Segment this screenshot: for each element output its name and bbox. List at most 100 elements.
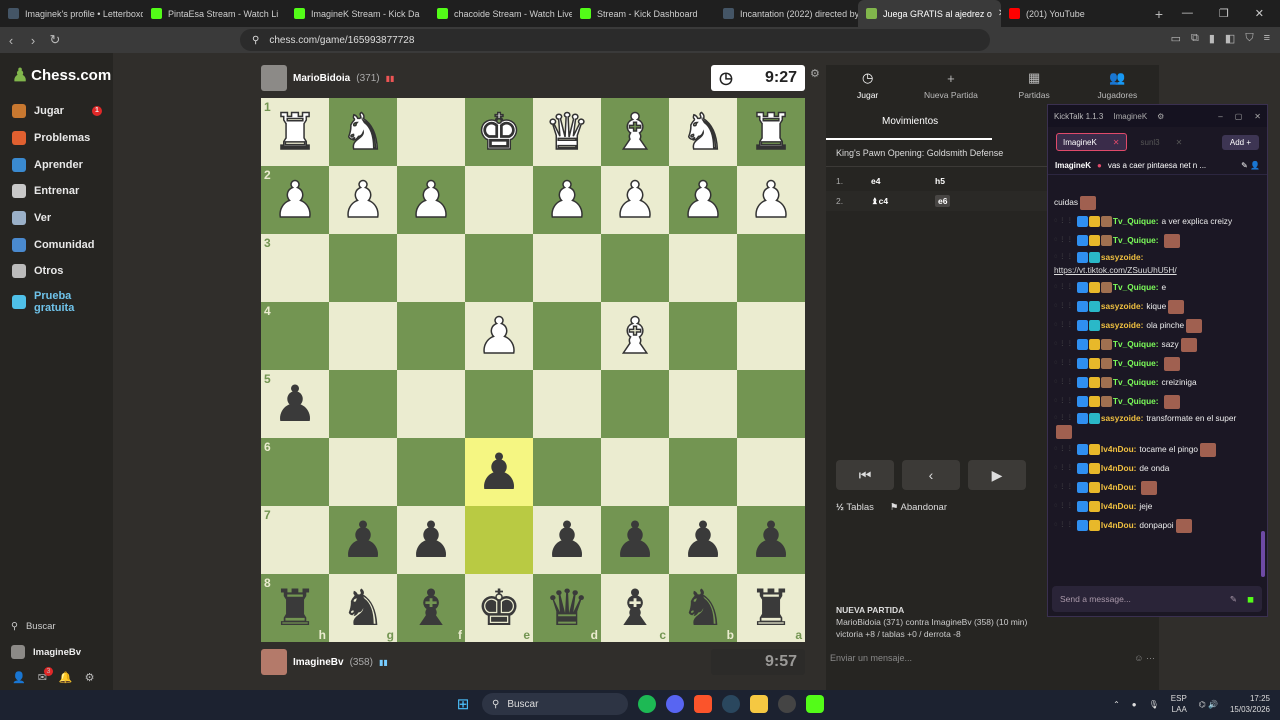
message-actions-icon[interactable]: ◌ ⋮ ⋮ xyxy=(1054,376,1073,389)
discord-icon[interactable] xyxy=(666,695,684,713)
clock-date[interactable]: 17:25 15/03/2026 xyxy=(1230,693,1270,715)
sidebar-item-prueba-gratuita[interactable]: Prueba gratuita xyxy=(0,285,113,319)
sidebar-search[interactable]: ⚲ Buscar xyxy=(0,613,113,639)
black-queen-icon[interactable]: ♛ xyxy=(545,583,590,633)
friends-icon[interactable]: 👤 xyxy=(12,671,26,684)
message-actions-icon[interactable]: ◌ ⋮ ⋮ xyxy=(1054,443,1073,456)
white-pawn-icon[interactable]: ♟ xyxy=(476,310,522,362)
chip-close-icon[interactable]: ✕ xyxy=(1176,138,1183,147)
player-name[interactable]: ImagineBv xyxy=(293,657,344,668)
black-pawn-icon[interactable]: ♟ xyxy=(273,379,318,429)
board-square[interactable] xyxy=(669,302,737,370)
browser-tab[interactable]: (201) YouTube xyxy=(1001,0,1144,27)
emoji-icon[interactable]: ☺ ⋯ xyxy=(1134,653,1155,664)
board-square[interactable]: ♞ xyxy=(329,98,397,166)
network-volume-icons[interactable]: ⌬ 🔊 xyxy=(1199,700,1218,709)
board-square[interactable] xyxy=(669,234,737,302)
board-square[interactable]: a ♜ xyxy=(737,574,805,642)
message-actions-icon[interactable]: ◌ ⋮ ⋮ xyxy=(1054,481,1073,494)
board-square[interactable] xyxy=(465,166,533,234)
user-icon[interactable]: ✎ 👤 xyxy=(1241,161,1260,170)
sidebar-item-ver[interactable]: Ver xyxy=(0,205,113,232)
black-pawn-icon[interactable]: ♟ xyxy=(681,515,726,565)
message-actions-icon[interactable]: ◌ ⋮ ⋮ xyxy=(1054,319,1073,332)
browser-tab[interactable]: chacoide Stream - Watch Live xyxy=(429,0,572,27)
board-square[interactable]: ♞ xyxy=(669,98,737,166)
board-square[interactable]: c ♝ xyxy=(601,574,669,642)
chat-username[interactable]: Iv4nDou: xyxy=(1101,481,1137,494)
message-actions-icon[interactable]: ◌ ⋮ ⋮ xyxy=(1054,412,1073,425)
add-channel-button[interactable]: Add + xyxy=(1221,134,1259,150)
white-pawn-icon[interactable]: ♟ xyxy=(680,174,726,226)
board-square[interactable]: ♟ xyxy=(465,302,533,370)
chat-username[interactable]: sasyzoide: xyxy=(1101,251,1143,264)
white-pawn-icon[interactable]: ♟ xyxy=(408,174,454,226)
black-pawn-icon[interactable]: ♟ xyxy=(749,515,794,565)
board-square[interactable] xyxy=(737,234,805,302)
settings-icon[interactable]: ⚙ xyxy=(85,671,95,684)
white-move[interactable]: ♝c4 xyxy=(871,196,935,207)
browser-tab[interactable]: PintaEsa Stream - Watch Li xyxy=(143,0,286,27)
white-bishop-icon[interactable]: ♝ xyxy=(612,106,658,158)
white-pawn-icon[interactable]: ♟ xyxy=(272,174,318,226)
white-rook-icon[interactable]: ♜ xyxy=(272,106,318,158)
chat-username[interactable]: Tv_Quique: xyxy=(1113,376,1159,389)
browser-tab[interactable]: Incantation (2022) directed by xyxy=(715,0,858,27)
board-square[interactable]: ♜ xyxy=(737,98,805,166)
board-square[interactable]: ♟ xyxy=(533,506,601,574)
board-square[interactable]: ♝ xyxy=(601,98,669,166)
board-square[interactable] xyxy=(465,234,533,302)
board-square[interactable]: ♟ xyxy=(669,506,737,574)
url-field[interactable]: ⚲ chess.com/game/165993877728 xyxy=(240,29,990,51)
chat-username[interactable]: Iv4nDou: xyxy=(1101,519,1137,532)
chess-board[interactable]: 1 ♜ ♞ ♚ ♛ ♝ ♞ ♜ 2 ♟ ♟ ♟ ♟ ♟ ♟ ♟ 3 4 ♟ ♝ 5 ♟ 6 ♟ 7 ♟ ♟ ♟ ♟ ♟ ♟ 8 h ♜ g ♞ f ♝ e ♚… xyxy=(261,98,805,642)
emote-icon[interactable]: ◼ xyxy=(1247,594,1254,605)
board-square[interactable] xyxy=(397,98,465,166)
extensions-icon[interactable]: ⧉ xyxy=(1191,32,1199,45)
chat-username[interactable]: Tv_Quique: xyxy=(1113,395,1159,408)
board-square[interactable]: ♟ xyxy=(737,506,805,574)
board-square[interactable]: 7 xyxy=(261,506,329,574)
white-pawn-icon[interactable]: ♟ xyxy=(340,174,386,226)
board-square[interactable]: ♟ xyxy=(533,166,601,234)
board-square[interactable]: ♟ xyxy=(669,166,737,234)
steam-icon[interactable] xyxy=(722,695,740,713)
board-square[interactable] xyxy=(329,370,397,438)
board-square[interactable]: e ♚ xyxy=(465,574,533,642)
board-square[interactable]: 2 ♟ xyxy=(261,166,329,234)
board-square[interactable]: 6 xyxy=(261,438,329,506)
channel-chip-active[interactable]: ImagineK ✕ xyxy=(1056,133,1127,151)
keyboard-language[interactable]: ESP LAA xyxy=(1171,693,1187,715)
board-square[interactable] xyxy=(533,370,601,438)
kicktalk-close-icon[interactable]: ✕ xyxy=(1254,112,1261,121)
board-square[interactable] xyxy=(465,370,533,438)
mail-icon[interactable]: ✉ 3 xyxy=(38,667,53,684)
brave-icon[interactable] xyxy=(694,695,712,713)
chat-input[interactable]: Enviar un mensaje... ☺ ⋯ xyxy=(830,653,1155,664)
channel-chip[interactable]: sunl3 ✕ xyxy=(1135,133,1189,151)
tray-expand-icon[interactable]: ⌃ xyxy=(1113,700,1120,709)
white-bishop-icon[interactable]: ♝ xyxy=(612,310,658,362)
board-square[interactable] xyxy=(329,234,397,302)
message-actions-icon[interactable]: ◌ ⋮ ⋮ xyxy=(1054,500,1073,513)
sidebar-item-problemas[interactable]: Problemas xyxy=(0,125,113,152)
bell-icon[interactable]: 🔔 xyxy=(59,671,73,684)
chat-username[interactable]: sasyzoide: xyxy=(1101,300,1143,313)
board-square[interactable]: 1 ♜ xyxy=(261,98,329,166)
next-move-button[interactable]: ▶ xyxy=(968,460,1026,490)
board-square[interactable] xyxy=(329,438,397,506)
message-actions-icon[interactable]: ◌ ⋮ ⋮ xyxy=(1054,251,1073,264)
back-icon[interactable]: ‹ xyxy=(0,33,22,48)
chess-logo[interactable]: ♟ Chess.com xyxy=(12,65,111,86)
mic-icon[interactable]: 🎙 xyxy=(1149,700,1159,709)
white-rook-icon[interactable]: ♜ xyxy=(748,106,794,158)
board-square[interactable]: ♛ xyxy=(533,98,601,166)
sidebar-item-entrenar[interactable]: Entrenar xyxy=(0,178,113,205)
chat-username[interactable]: Tv_Quique: xyxy=(1113,234,1159,247)
message-actions-icon[interactable]: ◌ ⋮ ⋮ xyxy=(1054,338,1073,351)
minimize-icon[interactable]: — xyxy=(1182,7,1193,20)
chip-close-icon[interactable]: ✕ xyxy=(1113,138,1120,147)
black-bishop-icon[interactable]: ♝ xyxy=(613,583,658,633)
sidebar-item-otros[interactable]: Otros xyxy=(0,258,113,285)
black-knight-icon[interactable]: ♞ xyxy=(341,583,386,633)
